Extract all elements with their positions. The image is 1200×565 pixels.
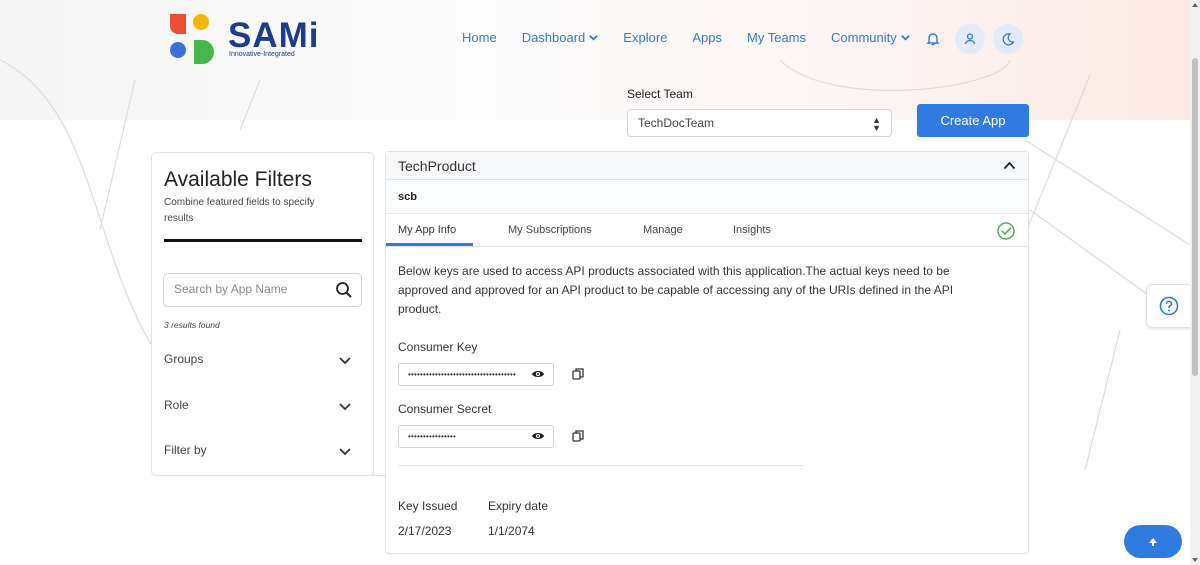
check-circle-icon — [997, 222, 1015, 240]
scroll-up-arrow[interactable] — [1192, 3, 1198, 7]
vertical-scrollbar[interactable] — [1190, 0, 1200, 565]
tab-manage[interactable]: Manage — [643, 224, 683, 236]
consumer-key-field[interactable]: •••••••••••••••••••••••••••••••••••• — [398, 363, 554, 386]
consumer-key-label: Consumer Key — [398, 340, 478, 354]
scroll-to-top-button[interactable] — [1124, 525, 1182, 558]
filters-subtitle: Combine featured fields to specify resul… — [164, 197, 315, 224]
help-icon — [1159, 296, 1179, 316]
filter-by-label: Filter by — [164, 443, 207, 457]
product-accordion-header[interactable]: TechProduct — [386, 152, 1028, 180]
filter-role[interactable]: Role — [164, 398, 352, 422]
consumer-key-value: •••••••••••••••••••••••••••••••••••• — [408, 370, 517, 379]
tab-my-app-info[interactable]: My App Info — [398, 224, 456, 236]
team-select-value: TechDocTeam — [638, 116, 715, 130]
search-box — [163, 273, 362, 307]
consumer-secret-label: Consumer Secret — [398, 402, 492, 416]
key-issued-label: Key Issued — [398, 499, 458, 513]
expiry-date-value: 1/1/2074 — [488, 524, 535, 538]
key-issued-value: 2/17/2023 — [398, 524, 452, 538]
eye-icon[interactable] — [531, 368, 545, 380]
product-name: TechProduct — [398, 158, 476, 174]
copy-icon[interactable] — [572, 429, 585, 443]
filters-panel: Available Filters Combine featured field… — [151, 152, 374, 476]
filters-title: Available Filters — [164, 168, 312, 191]
arrow-up-icon — [1149, 537, 1157, 546]
consumer-secret-value: •••••••••••••••• — [408, 432, 457, 441]
tab-my-subscriptions[interactable]: My Subscriptions — [508, 224, 592, 236]
keys-description: Below keys are used to access API produc… — [398, 264, 954, 316]
search-icon[interactable] — [335, 281, 353, 299]
tab-insights[interactable]: Insights — [733, 224, 771, 236]
select-arrows-icon: ▲ ▼ — [872, 115, 881, 133]
filter-filter-by[interactable]: Filter by — [164, 443, 352, 467]
active-tab-indicator — [386, 243, 473, 246]
filters-divider — [164, 239, 362, 242]
chevron-down-icon — [339, 448, 351, 456]
app-name-row: scb — [386, 180, 1028, 214]
filter-role-label: Role — [164, 398, 189, 412]
app-tabs: My App Info My Subscriptions Manage Insi… — [386, 214, 1028, 247]
filter-groups-label: Groups — [164, 352, 204, 366]
section-divider — [398, 465, 803, 466]
main-content: Select Team TechDocTeam ▲ ▼ Create App Av… — [0, 0, 1200, 565]
app-name: scb — [398, 191, 417, 203]
create-app-button[interactable]: Create App — [917, 104, 1029, 137]
filter-groups[interactable]: Groups — [164, 352, 352, 376]
consumer-secret-field[interactable]: •••••••••••••••• — [398, 425, 554, 448]
select-team-label: Select Team — [627, 87, 693, 101]
expiry-date-label: Expiry date — [488, 499, 549, 513]
team-select[interactable]: TechDocTeam ▲ ▼ — [627, 109, 892, 137]
search-input[interactable] — [172, 281, 326, 297]
help-button[interactable] — [1146, 284, 1192, 328]
chevron-up-icon — [1003, 161, 1016, 170]
copy-icon[interactable] — [572, 367, 585, 381]
scroll-down-arrow[interactable] — [1192, 558, 1198, 562]
chevron-down-icon — [339, 357, 351, 365]
results-count: 3 results found — [164, 320, 220, 330]
eye-icon[interactable] — [531, 430, 545, 442]
scrollbar-thumb[interactable] — [1192, 58, 1198, 376]
product-panel: TechProduct scb My App Info My Subscript… — [385, 151, 1029, 554]
chevron-down-icon — [339, 403, 351, 411]
